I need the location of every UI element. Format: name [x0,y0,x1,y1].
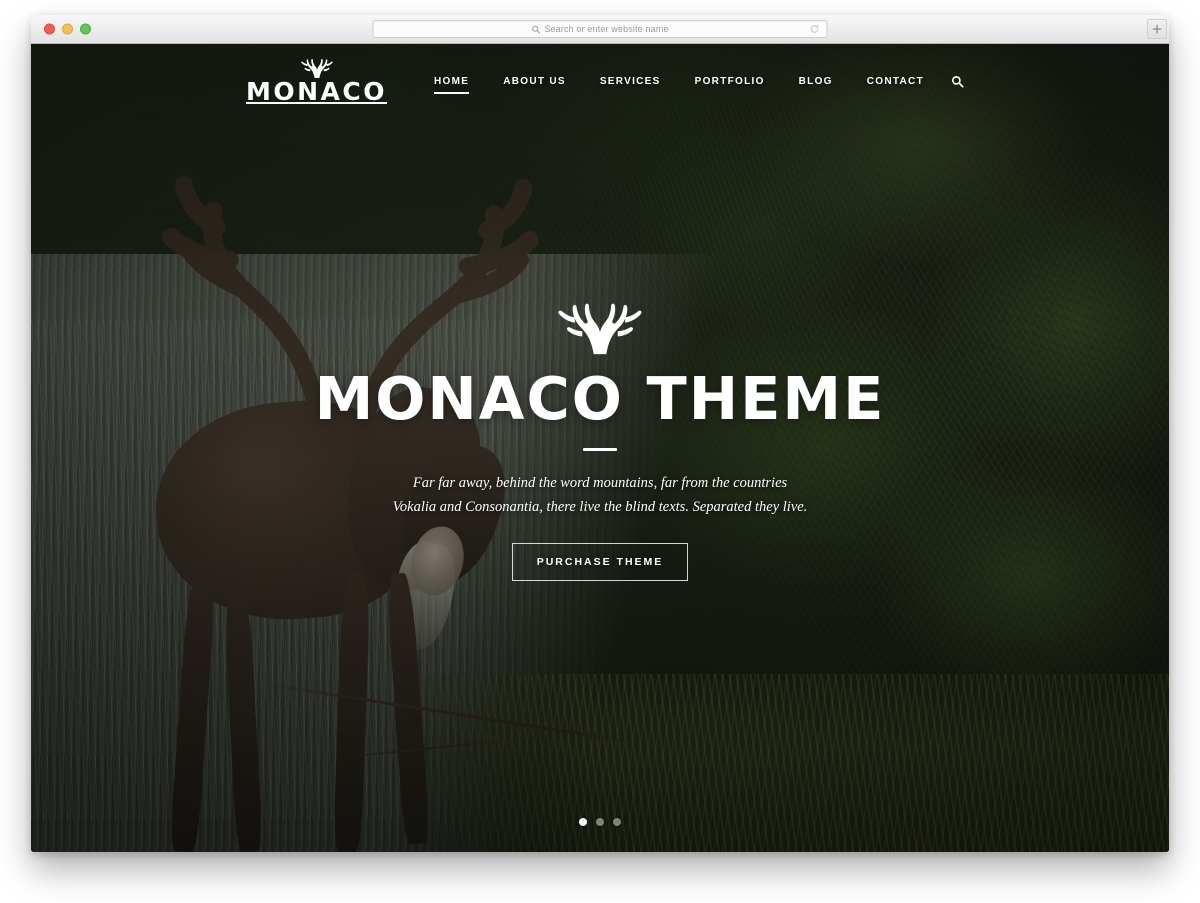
browser-window: Search or enter website name MONACO HOME… [31,15,1169,852]
slider-dot-2[interactable] [596,818,604,826]
new-tab-button[interactable] [1147,19,1167,39]
hero-divider [583,448,617,452]
purchase-theme-button[interactable]: PURCHASE THEME [511,542,689,581]
address-bar[interactable]: Search or enter website name [372,20,828,38]
slider-dot-1[interactable] [579,818,587,826]
nav-item-home[interactable]: HOME [417,72,486,94]
reload-icon[interactable] [810,24,820,34]
nav-item-blog[interactable]: BLOG [782,72,850,91]
close-window-button[interactable] [44,23,55,35]
search-icon [532,25,541,34]
nav-item-services[interactable]: SERVICES [583,72,678,91]
nav-search-button[interactable] [951,75,964,88]
hero-title: MONACO THEME [314,364,886,434]
nav-item-portfolio[interactable]: PORTFOLIO [678,72,782,91]
nav-item-contact[interactable]: CONTACT [850,72,941,91]
antlers-icon [300,58,333,78]
address-bar-content: Search or enter website name [531,24,668,34]
site-header: MONACO HOME ABOUT US SERVICES PORTFOLIO … [31,44,1169,110]
site-logo-text: MONACO [246,77,388,106]
nav-item-about-us[interactable]: ABOUT US [486,72,583,91]
window-controls [44,23,91,35]
slider-pagination [579,818,621,826]
plus-icon [1152,24,1162,34]
browser-chrome: Search or enter website name [31,15,1169,44]
page-viewport: MONACO HOME ABOUT US SERVICES PORTFOLIO … [31,44,1169,852]
address-bar-placeholder: Search or enter website name [544,24,669,34]
search-icon [951,75,964,88]
site-logo[interactable]: MONACO [246,56,387,104]
slider-dot-3[interactable] [613,818,621,826]
antlers-icon [558,303,642,355]
zoom-window-button[interactable] [80,23,91,35]
main-navigation: HOME ABOUT US SERVICES PORTFOLIO BLOG CO… [417,72,964,94]
hero-section: MONACO THEME Far far away, behind the wo… [31,44,1169,852]
hero-subtitle: Far far away, behind the word mountains,… [392,475,808,515]
minimize-window-button[interactable] [62,23,73,35]
